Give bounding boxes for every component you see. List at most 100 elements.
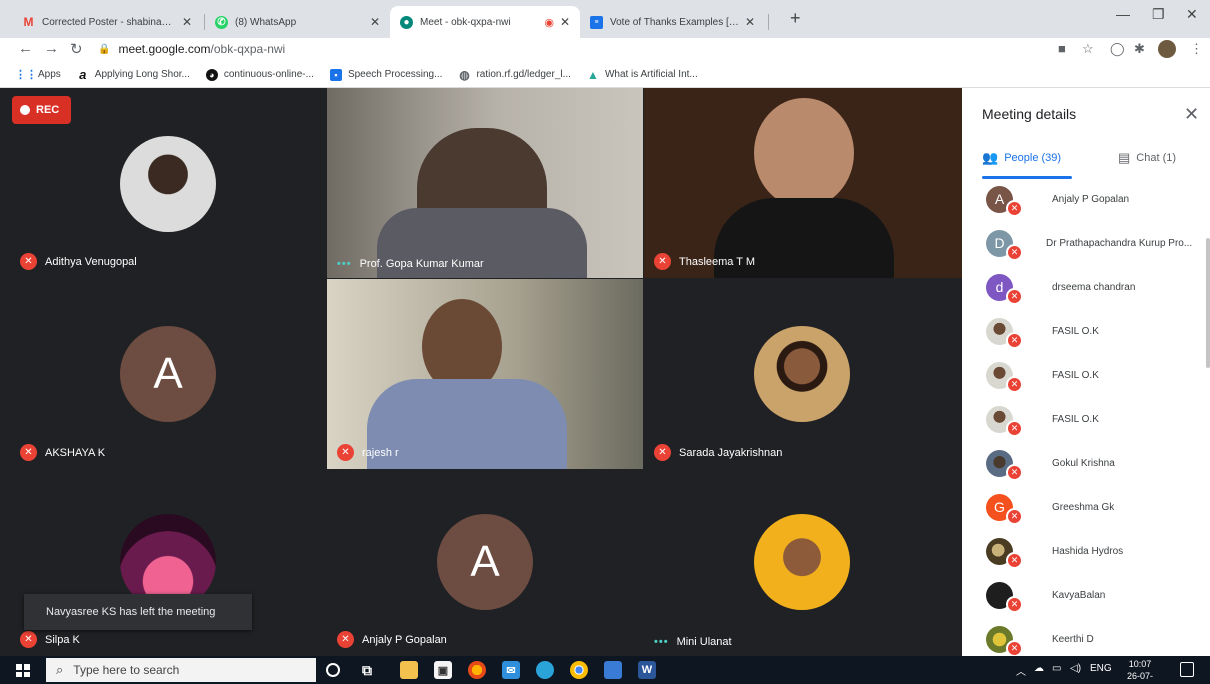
bookmark-item[interactable]: ◍ ration.rf.gd/ledger_l...: [458, 67, 571, 82]
bookmark-item[interactable]: a Applying Long Shor...: [77, 67, 190, 82]
chrome-icon[interactable]: [570, 661, 588, 679]
tab-meet[interactable]: ● Meet - obk-qxpa-nwi ◉ ✕: [390, 6, 580, 38]
task-view-icon[interactable]: ⧉: [358, 661, 376, 679]
puzzle-icon[interactable]: ✱: [1134, 41, 1145, 57]
windows-start-icon[interactable]: [16, 664, 30, 677]
scrollbar[interactable]: [1206, 238, 1210, 368]
list-item[interactable]: ✕ Gokul Krishna: [962, 443, 1210, 483]
close-icon[interactable]: ✕: [745, 15, 755, 29]
close-icon[interactable]: ✕: [182, 15, 192, 29]
mic-off-icon: ✕: [1006, 376, 1023, 393]
camera-icon[interactable]: ■: [1058, 41, 1066, 56]
participant-tile[interactable]: ✕ Sarada Jayakrishnan: [644, 279, 962, 469]
participant-photo: [754, 514, 850, 610]
volume-icon[interactable]: ◁): [1070, 663, 1081, 674]
participant-name-tag: ✕ Sarada Jayakrishnan: [654, 444, 782, 461]
list-item[interactable]: ✕ FASIL O.K: [962, 355, 1210, 395]
participant-tile[interactable]: ••• Prof. Gopa Kumar Kumar: [327, 88, 643, 278]
list-item[interactable]: ✕ Hashida Hydros: [962, 531, 1210, 571]
participant-tile[interactable]: A ✕ Anjaly P Gopalan: [327, 470, 643, 656]
participant-tile[interactable]: ✕ rajesh r: [327, 279, 643, 469]
edge-icon[interactable]: [536, 661, 554, 679]
restore-icon[interactable]: ❐: [1152, 6, 1165, 23]
star-icon[interactable]: ☆: [1082, 41, 1094, 57]
participant-tile[interactable]: ✕ Thasleema T M: [644, 88, 962, 278]
globe-icon: ◍: [459, 67, 470, 82]
tab-document[interactable]: ≡ Vote of Thanks Examples [Updat ✕: [580, 6, 765, 38]
mic-off-icon: ✕: [1006, 552, 1023, 569]
firefox-icon[interactable]: [468, 661, 486, 679]
browser-toolbar: ← → ↻ 🔒 meet.google.com /obk-qxpa-nwi ■ …: [0, 38, 1210, 62]
clock-time: 10:07: [1128, 659, 1152, 669]
mic-off-icon: ✕: [337, 444, 354, 461]
participant-tile[interactable]: ••• Mini Ulanat: [644, 470, 962, 656]
mic-off-icon: ✕: [1006, 332, 1023, 349]
file-explorer-icon[interactable]: [400, 661, 418, 679]
tab-gmail[interactable]: M Corrected Poster - shabinabhask ✕: [12, 6, 202, 38]
back-icon[interactable]: ←: [18, 40, 33, 57]
mic-off-icon: ✕: [1006, 244, 1023, 261]
bookmark-item[interactable]: ◕ continuous-online-...: [205, 68, 314, 81]
people-icon: 👥: [982, 150, 999, 165]
clock[interactable]: 10:07 26-07-2020: [1118, 658, 1162, 684]
mail-icon[interactable]: ✉: [502, 661, 520, 679]
tab-title: Vote of Thanks Examples [Updat: [610, 16, 739, 28]
battery-icon[interactable]: ▭: [1052, 663, 1061, 674]
meet-grid: REC ✕ Adithya Venugopal ••• Prof. Gopa K…: [0, 88, 962, 656]
new-tab-icon[interactable]: +: [790, 8, 801, 29]
bookmark-item[interactable]: ▲ What is Artificial Int...: [586, 67, 698, 82]
list-item[interactable]: ✕ KavyaBalan: [962, 575, 1210, 615]
bookmark-label: Speech Processing...: [347, 69, 443, 80]
recording-badge: REC: [12, 96, 71, 124]
chevron-up-icon[interactable]: ︿: [1016, 663, 1026, 678]
extension-icon[interactable]: ◯: [1110, 41, 1125, 57]
list-item[interactable]: A ✕ Anjaly P Gopalan: [962, 179, 1210, 219]
taskbar-search-input[interactable]: ⌕ Type here to search: [46, 658, 316, 682]
word-icon[interactable]: W: [638, 661, 656, 679]
github-icon: ◕: [205, 68, 218, 81]
menu-icon[interactable]: ⋮: [1190, 41, 1203, 57]
minimize-icon[interactable]: —: [1116, 6, 1130, 22]
participant-tile[interactable]: A ✕ AKSHAYA K: [10, 279, 326, 469]
list-item[interactable]: D ✕ Dr Prathapachandra Kurup Pro...: [962, 223, 1210, 263]
record-dot-icon: [20, 105, 30, 115]
network-icon[interactable]: ☁: [1034, 663, 1044, 674]
participant-photo: [754, 326, 850, 422]
close-icon[interactable]: ✕: [370, 15, 380, 29]
cortana-icon[interactable]: [326, 663, 340, 677]
notification-icon[interactable]: [1180, 662, 1194, 677]
close-window-icon[interactable]: ✕: [1186, 6, 1198, 23]
graduation-icon: ▲: [586, 67, 599, 82]
list-item[interactable]: ✕ FASIL O.K: [962, 311, 1210, 351]
tab-whatsapp[interactable]: ✆ (8) WhatsApp ✕: [205, 6, 390, 38]
meeting-details-panel: Meeting details ✕ 👥 People (39) ▤ Chat (…: [962, 88, 1210, 656]
photos-icon[interactable]: [604, 661, 622, 679]
participant-name: FASIL O.K: [1052, 325, 1099, 337]
tab-title: Corrected Poster - shabinabhask: [42, 16, 176, 28]
list-item[interactable]: ✕ Keerthi D: [962, 619, 1210, 656]
list-item[interactable]: ✕ FASIL O.K: [962, 399, 1210, 439]
address-bar[interactable]: 🔒 meet.google.com /obk-qxpa-nwi: [98, 39, 1058, 59]
store-icon[interactable]: ▣: [434, 661, 452, 679]
mic-off-icon: ✕: [1006, 288, 1023, 305]
tab-people[interactable]: 👥 People (39): [982, 150, 1061, 166]
tab-divider: [768, 14, 769, 30]
recording-dot-icon: ◉: [544, 16, 554, 29]
list-item[interactable]: G ✕ Greeshma Gk: [962, 487, 1210, 527]
bookmark-apps[interactable]: ⋮⋮ Apps: [15, 69, 61, 81]
url-path: /obk-qxpa-nwi: [210, 42, 286, 56]
mic-off-icon: ✕: [1006, 640, 1023, 656]
participant-name: Keerthi D: [1052, 633, 1094, 645]
close-icon[interactable]: ✕: [1184, 104, 1199, 125]
participant-name: Silpa K: [45, 633, 80, 646]
notification-toast: Navyasree KS has left the meeting: [24, 594, 252, 630]
profile-avatar[interactable]: [1158, 40, 1176, 58]
reload-icon[interactable]: ↻: [70, 40, 83, 58]
close-icon[interactable]: ✕: [560, 15, 570, 29]
list-item[interactable]: d ✕ drseema chandran: [962, 267, 1210, 307]
forward-icon[interactable]: →: [44, 40, 59, 57]
tab-chat[interactable]: ▤ Chat (1): [1118, 150, 1176, 166]
language-indicator[interactable]: ENG: [1090, 663, 1112, 674]
mic-off-icon: ✕: [337, 631, 354, 648]
bookmark-item[interactable]: ▪ Speech Processing...: [329, 68, 443, 81]
